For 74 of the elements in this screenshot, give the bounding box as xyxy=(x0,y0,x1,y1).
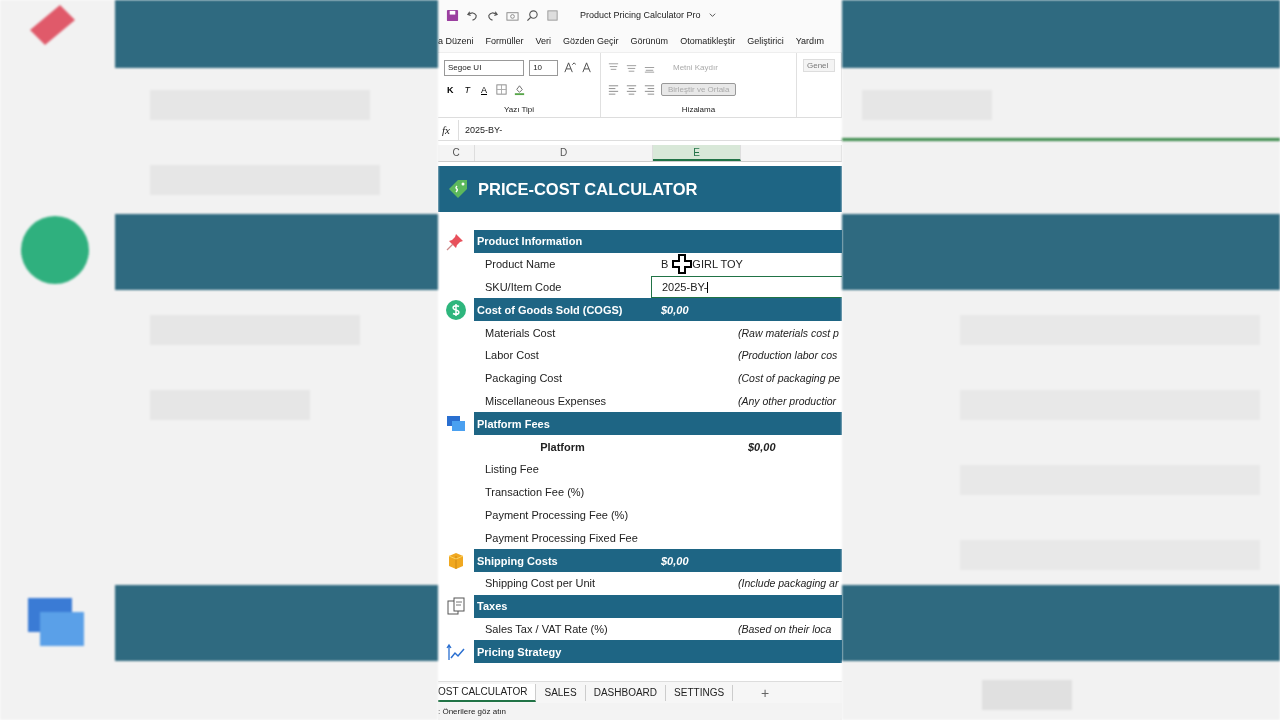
section-title: Pricing Strategy xyxy=(476,645,563,658)
note-text: (Include packaging ar xyxy=(738,577,839,590)
field-label: Shipping Cost per Unit xyxy=(484,577,597,590)
field-label: Transaction Fee (%) xyxy=(484,486,586,499)
menu-tab[interactable]: a Düzeni xyxy=(438,36,480,46)
menu-tab[interactable]: Yardım xyxy=(789,36,830,46)
function-icon[interactable]: fx xyxy=(438,124,454,136)
field-label: Packaging Cost xyxy=(484,372,564,385)
field-label: Payment Processing Fixed Fee xyxy=(484,531,639,544)
align-right-icon[interactable] xyxy=(643,83,656,96)
note-text: (Raw materials cost p xyxy=(738,326,839,339)
underline-button[interactable]: A xyxy=(478,84,490,95)
cell-editor[interactable]: 2025-BY- xyxy=(651,275,842,299)
search-icon[interactable] xyxy=(526,8,539,22)
column-header[interactable]: C xyxy=(438,145,475,161)
section-total: $0,00 xyxy=(661,303,689,316)
align-left-icon[interactable] xyxy=(607,83,620,96)
table-cell-text: Platform xyxy=(539,440,586,453)
add-sheet-button[interactable]: + xyxy=(761,684,770,701)
section-title: Taxes xyxy=(476,600,509,613)
italic-button[interactable]: T xyxy=(461,84,473,95)
receipt-icon xyxy=(446,596,466,617)
field-label: Listing Fee xyxy=(484,463,540,476)
shrink-font-icon[interactable] xyxy=(581,61,594,74)
borders-icon[interactable] xyxy=(495,83,508,96)
note-text: (Production labor cos xyxy=(738,349,838,362)
font-size-dropdown[interactable]: 10 xyxy=(529,59,558,76)
section-title: Shipping Costs xyxy=(476,554,559,567)
window-title[interactable]: Product Pricing Calculator Pro xyxy=(580,10,701,20)
note-text: (Based on their loca xyxy=(738,622,832,635)
table-cell: GIRL TOY xyxy=(692,258,743,271)
field-label: SKU/Item Code xyxy=(484,281,563,293)
field-label: Payment Processing Fee (%) xyxy=(484,508,630,521)
sheet-title: PRICE-COST CALCULATOR xyxy=(478,179,698,199)
number-format-dropdown[interactable]: Genel xyxy=(803,59,835,72)
align-center-icon[interactable] xyxy=(625,83,638,96)
menu-tab[interactable]: Veri xyxy=(529,36,558,46)
shape-icon[interactable] xyxy=(546,8,559,22)
field-label: Labor Cost xyxy=(484,349,540,362)
field-label: Miscellaneous Expenses xyxy=(484,394,608,407)
menu-tab[interactable]: Görünüm xyxy=(624,36,675,46)
table-cell-text: $0,00 xyxy=(747,440,776,453)
menu-tab[interactable]: Otomatikleştir xyxy=(674,36,742,46)
group-label: Yazı Tipi xyxy=(502,105,536,114)
field-label: Product Name xyxy=(484,258,557,271)
bold-button[interactable]: K xyxy=(444,84,457,95)
box-icon xyxy=(446,550,466,571)
pushpin-icon xyxy=(446,231,466,252)
sheet-tab[interactable]: SETTINGS xyxy=(666,684,734,701)
note-text: (Any other productior xyxy=(738,394,837,407)
group-label: Hizalama xyxy=(680,105,717,114)
status-text: : Önerilere göz atın xyxy=(438,707,507,716)
menu-tab[interactable]: Geliştirici xyxy=(741,36,790,46)
menu-tab[interactable]: Formüller xyxy=(479,36,530,46)
note-text: (Cost of packaging pe xyxy=(738,372,841,385)
font-name-dropdown[interactable]: Segoe UI xyxy=(444,59,525,76)
save-icon[interactable] xyxy=(446,8,459,22)
section-title: Platform Fees xyxy=(476,417,551,430)
column-header[interactable]: E xyxy=(653,145,741,161)
table-cell: B xyxy=(661,258,669,271)
fill-color-icon[interactable] xyxy=(513,83,526,96)
sheet-tab[interactable]: SALES xyxy=(536,684,586,701)
dollar-icon xyxy=(446,299,466,320)
sheet-tab[interactable]: DASHBOARD xyxy=(585,684,667,701)
windows-icon xyxy=(446,413,466,434)
chevron-icon[interactable] xyxy=(707,10,717,20)
grow-font-icon[interactable] xyxy=(563,61,576,74)
sheet-tab[interactable]: OST CALCULATOR xyxy=(438,683,537,702)
field-label: Materials Cost xyxy=(484,326,557,339)
section-title: Product Information xyxy=(476,235,584,248)
section-total: $0,00 xyxy=(661,554,689,567)
field-label: Sales Tax / VAT Rate (%) xyxy=(484,622,609,635)
section-title: Cost of Goods Sold (COGS) xyxy=(476,303,624,316)
menu-tab[interactable]: Gözden Geçir xyxy=(557,36,625,46)
